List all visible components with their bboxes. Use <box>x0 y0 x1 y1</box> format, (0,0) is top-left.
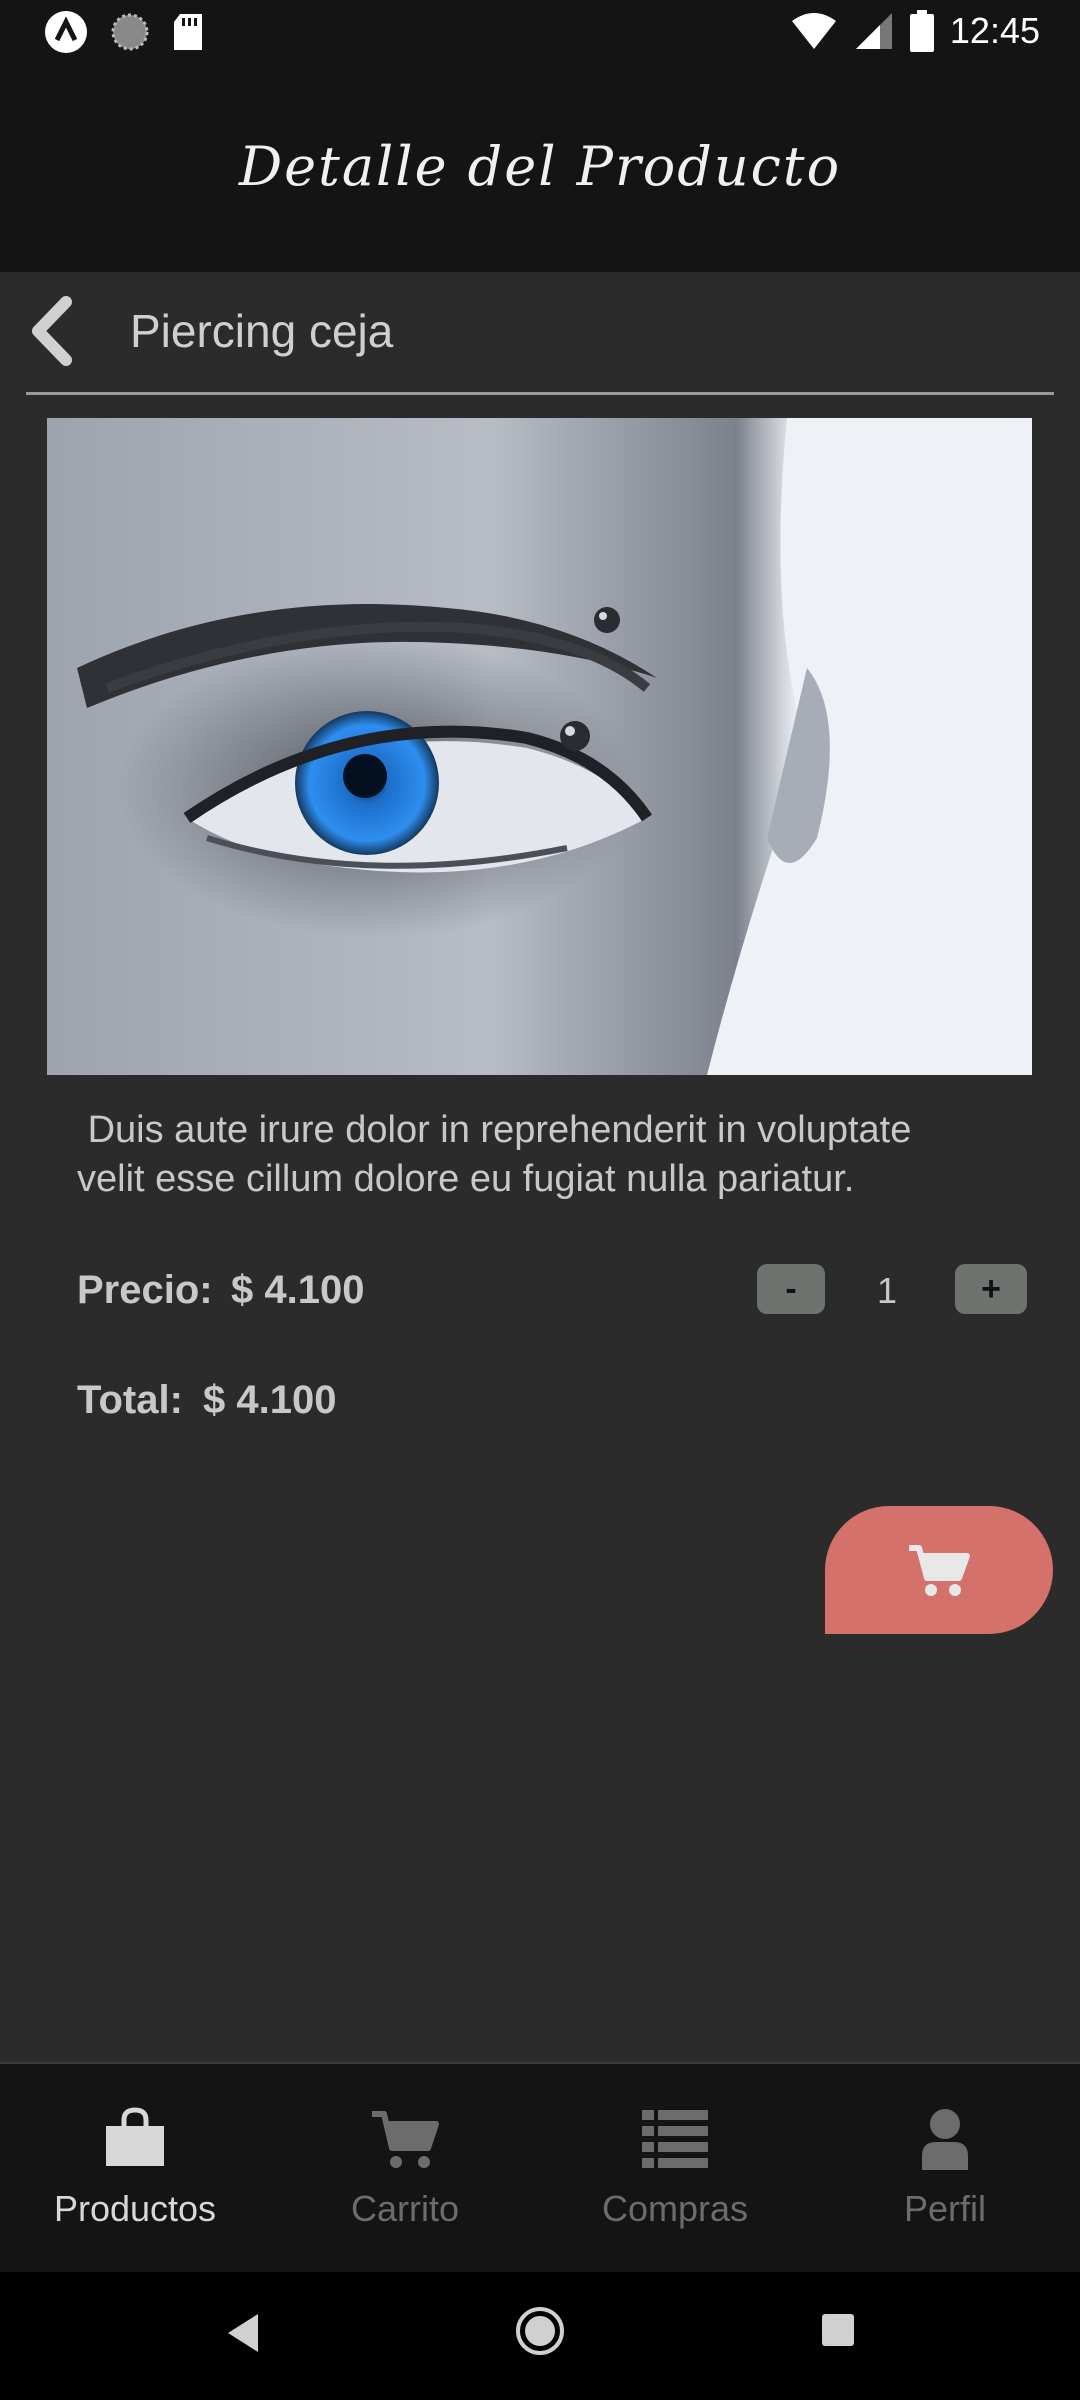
recents-square-icon[interactable] <box>820 2312 856 2348</box>
price-value: $ 4.100 <box>231 1268 365 1312</box>
total-label: Total: <box>77 1378 183 1422</box>
page-title: Detalle del Producto <box>238 134 842 198</box>
status-time: 12:45 <box>949 10 1040 51</box>
system-nav-bar <box>0 2272 1080 2400</box>
user-icon <box>922 2109 968 2170</box>
list-icon <box>642 2110 708 2168</box>
add-to-cart-button[interactable] <box>825 1506 1053 1634</box>
quantity-value: 1 <box>877 1270 898 1311</box>
nav-label-compras: Compras <box>601 2188 749 2229</box>
price-label: Precio: <box>77 1268 213 1312</box>
nav-item-carrito[interactable]: Carrito <box>270 2064 540 2274</box>
back-button[interactable] <box>26 296 96 366</box>
cart-icon <box>372 2111 439 2168</box>
decrease-quantity-button[interactable]: - <box>757 1264 825 1314</box>
sd-card-icon <box>174 14 202 50</box>
product-description: Duis aute irure dolor in reprehenderit i… <box>77 1109 912 1200</box>
nav-label-carrito: Carrito <box>350 2188 460 2229</box>
cell-signal-icon <box>855 13 892 49</box>
back-triangle-icon[interactable] <box>222 2308 262 2358</box>
nav-item-compras[interactable]: Compras <box>540 2064 810 2274</box>
total-row: Total: $ 4.100 <box>77 1372 677 1432</box>
battery-icon <box>909 10 934 52</box>
loading-spinner-icon <box>111 13 149 51</box>
cart-icon <box>909 1545 970 1596</box>
product-name: Piercing ceja <box>130 305 394 357</box>
chevron-left-icon <box>32 296 72 366</box>
price-row: Precio: $ 4.100 - 1 + <box>77 1262 1027 1322</box>
app-logo-icon <box>45 11 87 53</box>
nav-label-productos: Productos <box>53 2188 217 2229</box>
app-header: Detalle del Producto <box>0 64 1080 272</box>
increase-quantity-button[interactable]: + <box>955 1264 1027 1314</box>
total-value: $ 4.100 <box>203 1378 337 1422</box>
nav-label-perfil: Perfil <box>903 2188 987 2229</box>
wifi-icon <box>791 13 836 49</box>
nav-item-perfil[interactable]: Perfil <box>810 2064 1080 2274</box>
home-circle-icon[interactable] <box>514 2302 566 2360</box>
status-bar: 12:45 <box>0 0 1080 64</box>
product-image <box>47 418 1032 1075</box>
nav-item-productos[interactable]: Productos <box>0 2064 270 2274</box>
product-title-bar: Piercing ceja <box>26 272 1054 395</box>
bottom-nav: Productos Carrito Compras Perfil <box>0 2062 1080 2274</box>
shopping-bag-icon <box>106 2107 164 2166</box>
